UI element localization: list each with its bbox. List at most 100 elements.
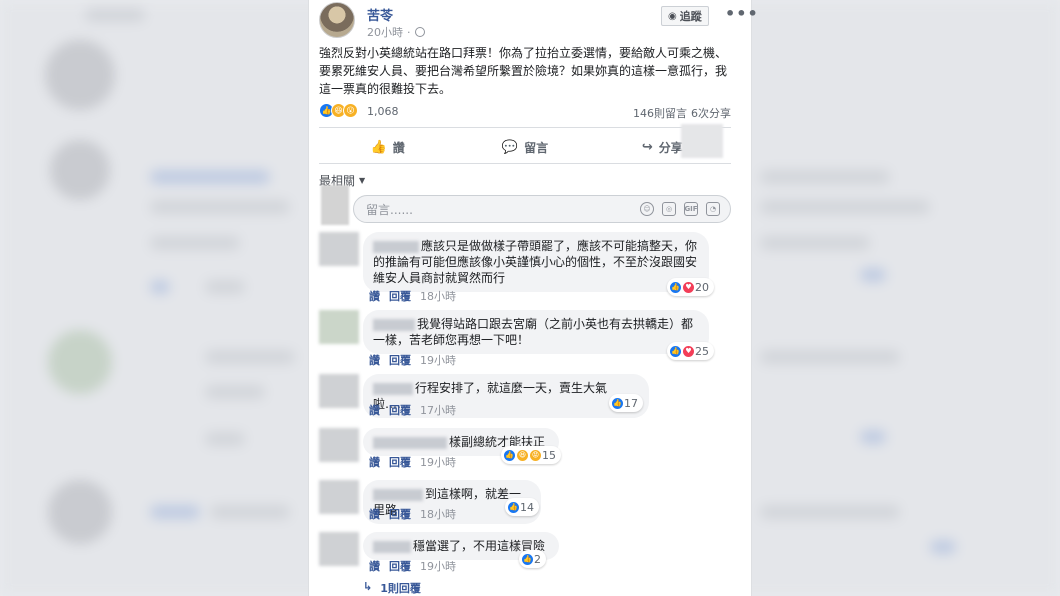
comment-item: 穩當選了，不用這樣冒險 👍 2 讚 回覆 19小時 [319, 532, 731, 576]
comment-meta: 讚 回覆 18小時 [369, 288, 456, 304]
follow-button[interactable]: ◉ 追蹤 [661, 6, 709, 26]
comment-meta: 讚 回覆 17小時 [369, 402, 456, 418]
comment-reactions[interactable]: 👍 😆 😡 15 [501, 446, 561, 464]
post-actions: 👍 讚 💬 留言 ↪ 分享 [319, 134, 731, 160]
post-stats: 👍 😆 😮 1,068 146則留言 6次分享 [319, 103, 731, 121]
comment-reaction-count: 14 [520, 500, 534, 514]
comment-reaction-count: 25 [695, 344, 709, 358]
share-label: 分享 [658, 140, 683, 155]
comment-label: 留言 [524, 140, 549, 155]
commenter-name[interactable] [373, 488, 423, 501]
comment-time[interactable]: 19小時 [420, 454, 456, 470]
gif-icon[interactable]: GIF [684, 202, 698, 216]
reaction-count[interactable]: 1,068 [367, 105, 399, 118]
comment-reactions[interactable]: 👍 ♥ 20 [667, 278, 714, 296]
love-reaction-icon: ♥ [682, 344, 695, 358]
comment-item: 樣副總統才能扶正 👍 😆 😡 15 讚 回覆 19小時 [319, 428, 731, 472]
more-options-icon[interactable]: ••• [725, 4, 759, 23]
share-count[interactable]: 6次分享 [691, 105, 731, 121]
comment-reaction-count: 15 [542, 448, 556, 462]
like-button[interactable]: 👍 讚 [319, 134, 456, 160]
comment-meta: 讚 回覆 19小時 [369, 352, 456, 368]
comment-reaction-count: 20 [695, 280, 709, 294]
thumbs-up-icon: 👍 [370, 139, 387, 155]
commenter-avatar[interactable] [319, 480, 359, 514]
comment-like-link[interactable]: 讚 [369, 506, 380, 522]
comment-bubble: 我覺得站路口跟去宮廟（之前小英也有去拱轎走）都一樣，苦老師您再想一下吧！ [363, 310, 709, 354]
post-header: 苦苓 20小時 · ◉ 追蹤 ••• [319, 2, 758, 42]
divider [319, 163, 731, 164]
commenter-name[interactable] [373, 318, 415, 331]
comment-meta: 讚 回覆 19小時 [369, 558, 456, 574]
commenter-avatar[interactable] [319, 374, 359, 408]
comment-item: 行程安排了，就這麼一天，賣生大氣啦…… 👍 17 讚 回覆 17小時 [319, 374, 731, 418]
wow-reaction-icon: 😮 [343, 103, 358, 118]
comment-reply-link[interactable]: 回覆 [389, 506, 411, 522]
like-reaction-icon: 👍 [611, 396, 624, 410]
commenter-avatar[interactable] [319, 232, 359, 266]
blurred-region [681, 124, 723, 158]
emoji-icon[interactable]: ☺ [640, 202, 654, 216]
comment-time[interactable]: 18小時 [420, 288, 456, 304]
commenter-name[interactable] [373, 240, 419, 253]
comment-reaction-count: 17 [624, 396, 638, 410]
comment-like-link[interactable]: 讚 [369, 558, 380, 574]
comment-time[interactable]: 17小時 [420, 402, 456, 418]
follow-label: 追蹤 [679, 10, 702, 23]
comment-input[interactable]: 留言...... ☺ ◎ GIF ◔ [353, 195, 731, 223]
comment-time[interactable]: 19小時 [420, 558, 456, 574]
comment-button[interactable]: 💬 留言 [456, 134, 593, 160]
comment-text: 應該只是做做樣子帶頭罷了，應該不可能搞整天，你的推論有可能但應該像小英謹慎小心的… [373, 239, 698, 285]
comment-reactions[interactable]: 👍 14 [505, 498, 539, 516]
comment-reply-link[interactable]: 回覆 [389, 402, 411, 418]
angry-reaction-icon: 😡 [529, 448, 542, 462]
like-reaction-icon: 👍 [503, 448, 516, 462]
commenter-avatar[interactable] [319, 428, 359, 462]
commenter-name[interactable] [373, 382, 413, 395]
comment-item: 應該只是做做樣子帶頭罷了，應該不可能搞整天，你的推論有可能但應該像小英謹慎小心的… [319, 232, 731, 304]
commenter-name[interactable] [373, 540, 411, 553]
commenter-avatar[interactable] [319, 310, 359, 344]
like-reaction-icon: 👍 [521, 552, 534, 566]
sticker-icon[interactable]: ◔ [706, 202, 720, 216]
comment-like-link[interactable]: 讚 [369, 288, 380, 304]
view-replies-link[interactable]: ↳ 1則回覆 [363, 580, 421, 596]
comment-reactions[interactable]: 👍 17 [609, 394, 643, 412]
author-name[interactable]: 苦苓 [367, 5, 393, 24]
post-card: 苦苓 20小時 · ◉ 追蹤 ••• 強烈反對小英總統站在路口拜票！你為了拉抬立… [308, 0, 758, 596]
comment-reaction-count: 2 [534, 552, 541, 566]
comment-like-link[interactable]: 讚 [369, 352, 380, 368]
comment-reply-link[interactable]: 回覆 [389, 352, 411, 368]
comment-like-link[interactable]: 讚 [369, 454, 380, 470]
post-text: 強烈反對小英總統站在路口拜票！你為了拉抬立委選情，要給敵人可乘之機、要累死維安人… [319, 46, 728, 96]
like-reaction-icon: 👍 [669, 344, 682, 358]
comment-item: 到這樣啊，就差一里路 👍 14 讚 回覆 18小時 [319, 480, 731, 524]
comment-bubble: 應該只是做做樣子帶頭罷了，應該不可能搞整天，你的推論有可能但應該像小英謹慎小心的… [363, 232, 709, 292]
comment-input-tools: ☺ ◎ GIF ◔ [640, 202, 720, 216]
comment-meta: 讚 回覆 18小時 [369, 506, 456, 522]
comment-time[interactable]: 19小時 [420, 352, 456, 368]
reply-arrow-icon: ↳ [363, 580, 373, 593]
comment-time[interactable]: 18小時 [420, 506, 456, 522]
camera-icon[interactable]: ◎ [662, 202, 676, 216]
comment-reply-link[interactable]: 回覆 [389, 454, 411, 470]
rss-icon: ◉ [668, 10, 677, 22]
comment-count[interactable]: 146則留言 [633, 105, 687, 121]
caret-down-icon: ▼ [359, 176, 366, 185]
commenter-name[interactable] [373, 436, 447, 449]
comment-like-link[interactable]: 讚 [369, 402, 380, 418]
comment-reactions[interactable]: 👍 ♥ 25 [667, 342, 714, 360]
author-avatar[interactable] [319, 2, 355, 38]
comment-text: 我覺得站路口跟去宮廟（之前小英也有去拱轎走）都一樣，苦老師您再想一下吧！ [373, 317, 694, 347]
comment-input-placeholder: 留言...... [366, 202, 413, 217]
comment-reply-link[interactable]: 回覆 [389, 288, 411, 304]
post-time[interactable]: 20小時 [367, 24, 403, 40]
comment-reactions[interactable]: 👍 2 [519, 550, 546, 568]
commenter-avatar[interactable] [319, 532, 359, 566]
comment-icon: 💬 [501, 139, 519, 155]
share-icon: ↪ [641, 139, 653, 155]
reaction-icons[interactable]: 👍 😆 😮 [319, 103, 358, 118]
comment-reply-link[interactable]: 回覆 [389, 558, 411, 574]
comment-meta: 讚 回覆 19小時 [369, 454, 456, 470]
divider [319, 127, 731, 128]
